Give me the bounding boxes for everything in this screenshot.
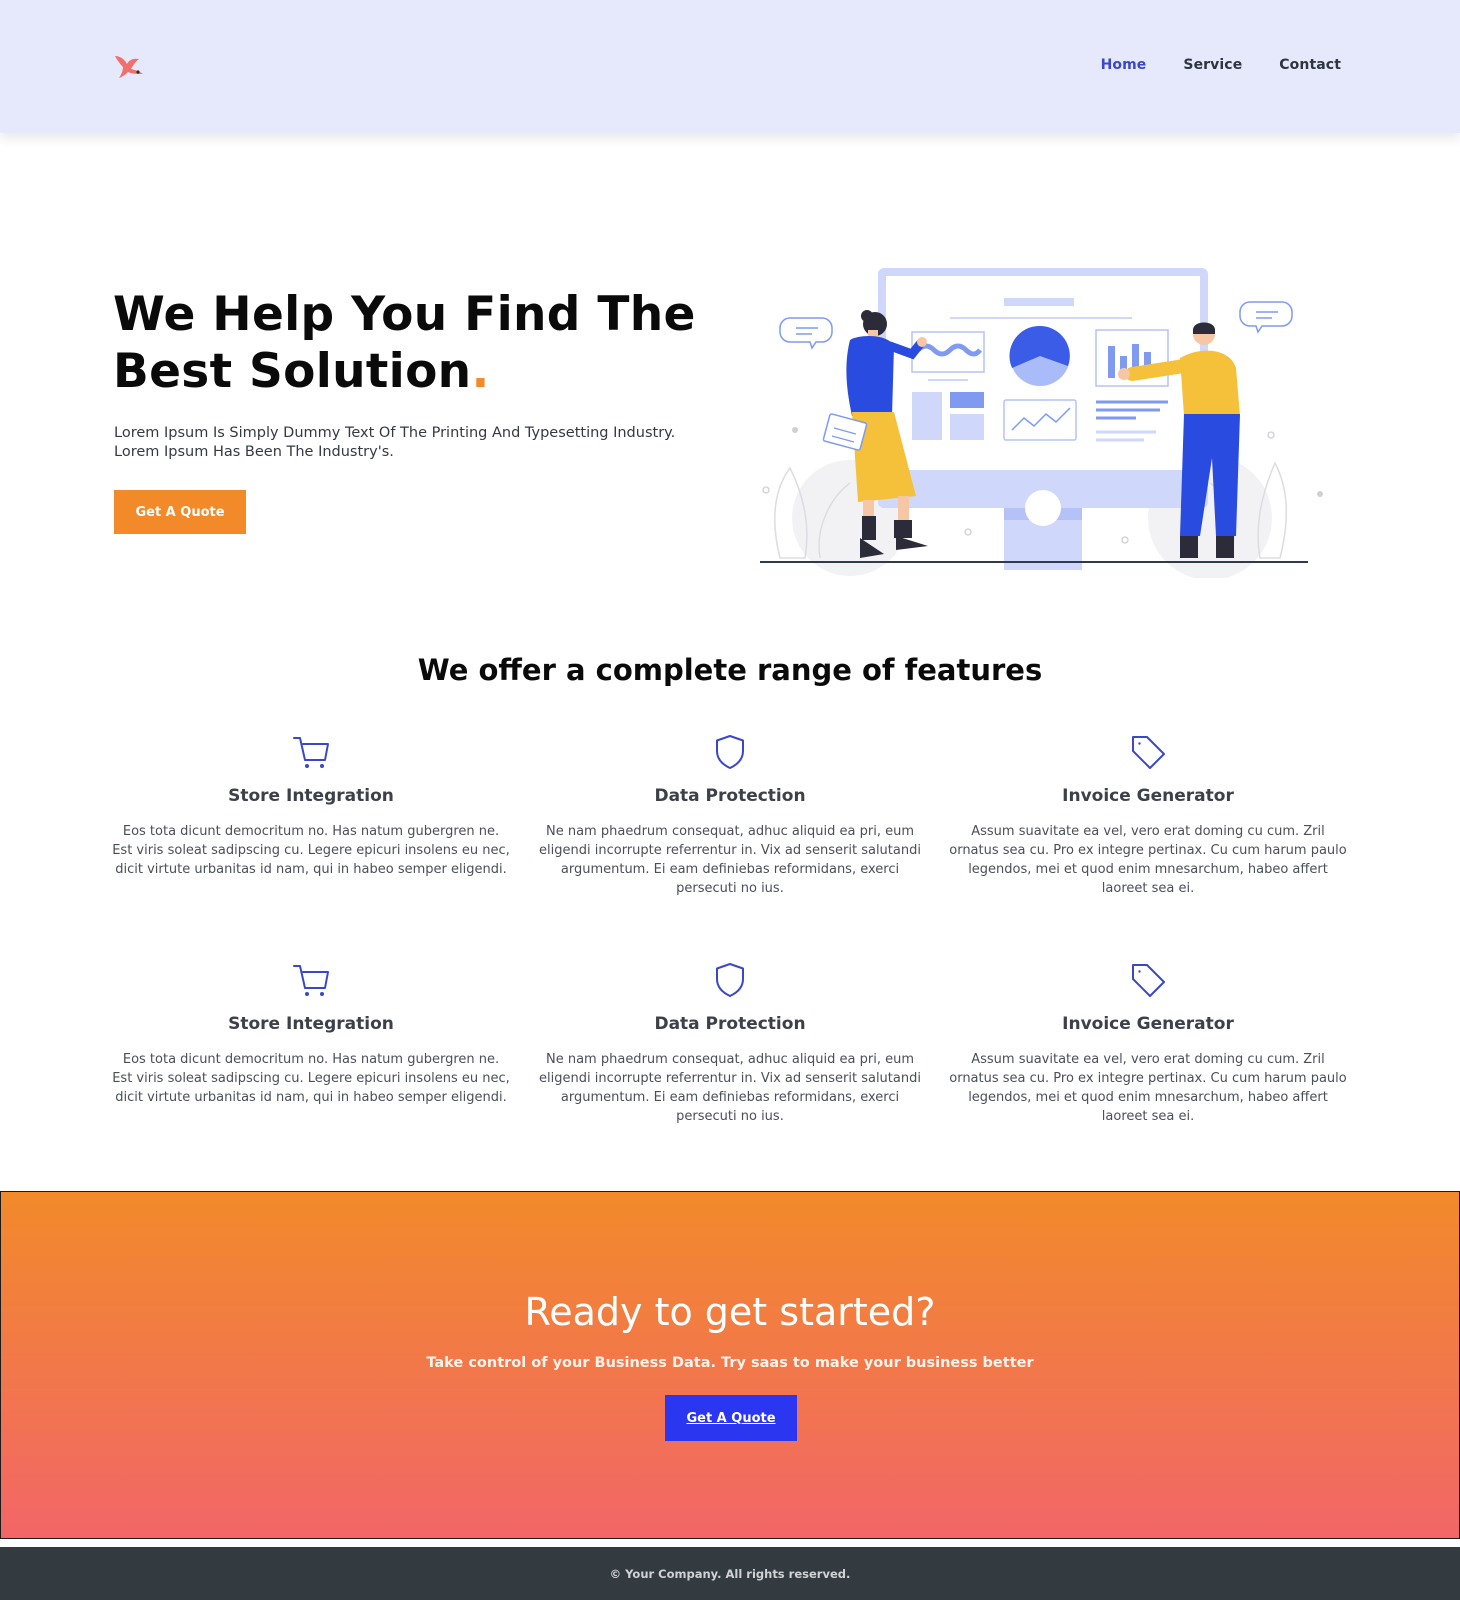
feature-card-store-integration: Store Integration Eos tota dicunt democr… (111, 732, 511, 879)
cta-section: Ready to get started? Take control of yo… (0, 1191, 1460, 1539)
feature-title: Data Protection (654, 1014, 806, 1034)
feature-description: Eos tota dicunt democritum no. Has natum… (112, 1052, 510, 1105)
main-nav: Home Service Contact (1101, 57, 1341, 73)
nav-contact-link[interactable]: Contact (1279, 57, 1341, 73)
hero-title-dot: . (471, 344, 490, 399)
tag-icon (1132, 736, 1165, 769)
hero-title-line1: We Help You Find The (113, 287, 696, 342)
cta-subtitle: Take control of your Business Data. Try … (426, 1355, 1034, 1371)
feature-description: Assum suavitate ea vel, vero erat doming… (949, 824, 1347, 896)
features-title: We offer a complete range of features (417, 653, 1043, 687)
shield-icon (716, 735, 744, 769)
feature-description: Eos tota dicunt democritum no. Has natum… (112, 824, 510, 877)
cart-icon (293, 965, 329, 996)
bird-logo-icon[interactable] (113, 50, 145, 80)
feature-description: Ne nam phaedrum consequat, adhuc aliquid… (539, 824, 921, 896)
nav-home-link[interactable]: Home (1101, 57, 1147, 73)
hero-description-line1: Lorem Ipsum Is Simply Dummy Text Of The … (114, 425, 676, 441)
feature-card-invoice-generator: Invoice Generator Assum suavitate ea vel… (948, 960, 1348, 1126)
feature-card-data-protection: Data Protection Ne nam phaedrum consequa… (530, 732, 930, 898)
cart-icon (293, 737, 329, 768)
footer-copyright: © Your Company. All rights reserved. (609, 1566, 851, 1581)
feature-title: Store Integration (228, 786, 394, 806)
shield-icon (716, 963, 744, 997)
feature-title: Invoice Generator (1062, 1014, 1234, 1034)
cta-title: Ready to get started? (524, 1290, 936, 1334)
cta-get-quote-button[interactable]: Get A Quote (665, 1395, 797, 1441)
feature-description: Ne nam phaedrum consequat, adhuc aliquid… (539, 1052, 921, 1124)
feature-title: Invoice Generator (1062, 786, 1234, 806)
hero-get-quote-button[interactable]: Get A Quote (114, 490, 246, 534)
people-analyzing-dashboard-illustration (760, 268, 1323, 578)
hero-description: Lorem Ipsum Is Simply Dummy Text Of The … (114, 424, 724, 461)
feature-card-data-protection: Data Protection Ne nam phaedrum consequa… (530, 960, 930, 1126)
hero-description-line2: Lorem Ipsum Has Been The Industry's. (114, 443, 394, 460)
feature-card-invoice-generator: Invoice Generator Assum suavitate ea vel… (948, 732, 1348, 898)
feature-title: Data Protection (654, 786, 806, 806)
feature-description: Assum suavitate ea vel, vero erat doming… (949, 1052, 1347, 1124)
hero-title-line2: Best Solution (113, 344, 472, 399)
hero-title: We Help You Find The Best Solution. (113, 286, 733, 400)
tag-icon (1132, 964, 1165, 997)
feature-card-store-integration: Store Integration Eos tota dicunt democr… (111, 960, 511, 1107)
feature-title: Store Integration (228, 1014, 394, 1034)
site-header: Home Service Contact (0, 0, 1460, 133)
site-footer: © Your Company. All rights reserved. (0, 1547, 1460, 1600)
nav-service-link[interactable]: Service (1183, 57, 1242, 73)
